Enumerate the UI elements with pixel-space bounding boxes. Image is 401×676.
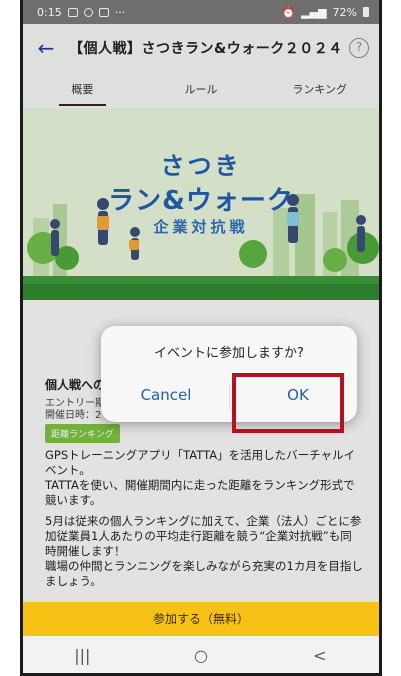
- clock: 0:15: [37, 5, 62, 19]
- tab-bar: 概要 ルール ランキング: [23, 72, 379, 108]
- signal-icon: ▂▄▆: [301, 5, 327, 19]
- join-confirm-dialog: イベントに参加しますか? Cancel OK: [101, 326, 357, 422]
- tab-ranking[interactable]: ランキング: [260, 72, 379, 108]
- banner-subtitle: 企業対抗戦: [153, 218, 249, 236]
- section-title: 個人戦への: [45, 378, 106, 392]
- system-nav-bar: ||| ○ <: [23, 636, 379, 673]
- event-date: 開催日時：2: [45, 410, 102, 421]
- battery-level: 72%: [332, 5, 357, 19]
- ranking-type-badge: 距離ランキング: [45, 424, 120, 443]
- join-free-button[interactable]: 参加する（無料）: [23, 602, 379, 636]
- banner-title-line1: さつき: [160, 152, 242, 180]
- battery-icon: [363, 7, 369, 17]
- ok-button[interactable]: OK: [239, 376, 357, 414]
- nav-back-icon[interactable]: <: [260, 636, 379, 673]
- more-notifications-icon: ···: [114, 5, 126, 19]
- status-bar: 0:15 ··· ⏰ ▂▄▆ 72%: [23, 0, 379, 24]
- alarm-icon: ⏰: [281, 5, 296, 19]
- app-header: ← 【個人戦】さつきラン&ウォーク２０２４ ?: [23, 24, 379, 72]
- back-arrow-icon[interactable]: ←: [35, 36, 57, 60]
- dialog-message: イベントに参加しますか?: [154, 346, 304, 361]
- message-notification-icon: [83, 7, 93, 17]
- app-notification-icon: [98, 7, 109, 17]
- phone-frame: 0:15 ··· ⏰ ▂▄▆ 72% ← 【個人戦】さつきラン&ウォーク２０２４…: [20, 0, 382, 676]
- page-title: 【個人戦】さつきラン&ウォーク２０２４: [69, 41, 343, 57]
- banner-title-line2: ラン&ウォーク: [108, 186, 294, 216]
- dialog-divider: [229, 384, 230, 410]
- description-paragraph-2: 5月は従来の個人ランキングに加えて、企業（法人）ごとに参加従業員1人あたりの平均…: [45, 514, 363, 588]
- gallery-notification-icon: [67, 7, 78, 17]
- description-paragraph-1: GPSトレーニングアプリ「TATTA」を活用したバーチャルイベント。 TATTA…: [45, 448, 355, 507]
- tab-rules[interactable]: ルール: [142, 72, 261, 108]
- home-icon[interactable]: ○: [142, 636, 261, 673]
- event-banner: さつき ラン&ウォーク 企業対抗戦: [23, 108, 379, 300]
- help-icon[interactable]: ?: [349, 38, 369, 58]
- tab-overview[interactable]: 概要: [23, 72, 142, 108]
- recent-apps-icon[interactable]: |||: [23, 636, 142, 673]
- cancel-button[interactable]: Cancel: [107, 376, 225, 414]
